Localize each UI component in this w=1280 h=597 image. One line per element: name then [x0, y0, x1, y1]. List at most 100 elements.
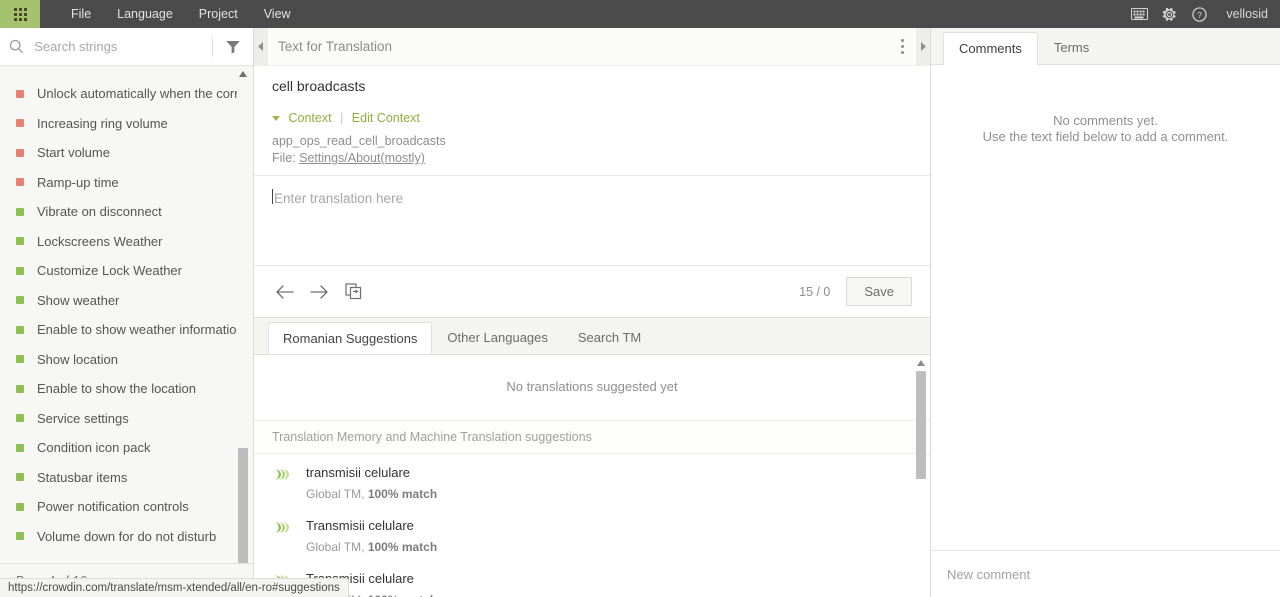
new-comment-input[interactable] [945, 565, 1266, 583]
no-suggestions-text: No translations suggested yet [506, 379, 678, 394]
tab-search-tm[interactable]: Search TM [563, 321, 656, 354]
edit-context-link[interactable]: Edit Context [352, 111, 420, 125]
list-item[interactable]: Show weather [0, 286, 253, 316]
comments-panel: Comments Terms No comments yet. Use the … [930, 28, 1280, 597]
sidebar-scrollbar[interactable] [237, 66, 249, 563]
context-file-link[interactable]: Settings/About(mostly) [299, 151, 425, 165]
translation-input-area[interactable] [254, 175, 930, 265]
collapse-right-icon[interactable] [916, 27, 930, 66]
tm-suggestion-item[interactable]: Transmisii celulare Global TM, 100% matc… [254, 507, 930, 560]
list-item-label: Ramp-up time [37, 174, 119, 190]
list-item[interactable]: Volume down for do not disturb [0, 522, 253, 552]
list-item-label: Start volume [37, 145, 110, 161]
strings-sidebar: Unlock automatically when the corr... In… [0, 28, 254, 597]
status-dot-translated [16, 473, 24, 482]
menu-item-view[interactable]: View [251, 0, 304, 28]
status-dot-translated [16, 443, 24, 452]
list-item [0, 70, 253, 79]
list-item-label: Increasing ring volume [37, 115, 168, 131]
tm-suggestion-body: transmisii celulare Global TM, 100% matc… [306, 465, 437, 501]
collapse-left-icon[interactable] [254, 27, 268, 66]
suggestions-scroll-thumb[interactable] [916, 371, 926, 479]
context-file: File: Settings/About(mostly) [272, 151, 912, 165]
arrow-left-icon[interactable] [268, 277, 302, 307]
menu-item-language[interactable]: Language [104, 0, 186, 28]
list-item[interactable]: Unlock automatically when the corr... [0, 79, 253, 109]
list-item-partial[interactable] [0, 70, 253, 79]
list-item[interactable]: Enable to show the location [0, 374, 253, 404]
list-item[interactable]: Show location [0, 345, 253, 375]
apps-grid-glyph [13, 7, 27, 21]
scroll-up-icon[interactable] [915, 357, 927, 369]
tm-section-header: Translation Memory and Machine Translati… [254, 420, 930, 454]
tm-source: Global TM, [306, 540, 365, 554]
gear-icon[interactable] [1154, 0, 1184, 28]
comments-body: No comments yet. Use the text field belo… [931, 64, 1280, 550]
context-separator: | [340, 111, 344, 125]
tm-suggestion-meta: Global TM, 100% match [306, 540, 437, 554]
suggestions-body: No translations suggested yet Translatio… [254, 354, 930, 597]
tm-suggestion-text[interactable]: transmisii celulare [306, 465, 437, 480]
text-caret [272, 189, 273, 204]
more-vertical-icon[interactable] [888, 28, 916, 66]
list-item-label: Show weather [37, 292, 120, 308]
suggestions-section: Romanian Suggestions Other Languages Sea… [254, 317, 930, 597]
save-button[interactable]: Save [846, 277, 912, 306]
suggestions-scrollbar[interactable] [915, 355, 927, 597]
list-item[interactable]: Ramp-up time [0, 168, 253, 198]
topbar-actions: ? vellosid [1124, 0, 1280, 28]
tm-broadcast-icon [272, 518, 292, 554]
list-item-label: Lockscreens Weather [37, 233, 163, 249]
context-links: Context | Edit Context [272, 111, 912, 125]
list-item[interactable]: Lockscreens Weather [0, 227, 253, 257]
suggestions-tabs: Romanian Suggestions Other Languages Sea… [254, 318, 930, 355]
help-icon[interactable]: ? [1184, 0, 1214, 28]
tm-match: 100% match [367, 487, 438, 501]
user-menu[interactable]: vellosid [1226, 7, 1268, 21]
context-toggle-label[interactable]: Context [288, 111, 331, 125]
tm-suggestion-text[interactable]: Transmisii celulare [306, 518, 437, 533]
list-item-label: Service settings [37, 410, 129, 426]
menu-item-file[interactable]: File [58, 0, 104, 28]
arrow-right-icon[interactable] [302, 277, 336, 307]
tab-other-languages[interactable]: Other Languages [432, 321, 562, 354]
tm-suggestion-item[interactable]: Transmisii celulare Global TM, 100% matc… [254, 560, 930, 597]
context-toggle-icon[interactable] [272, 116, 280, 121]
list-item[interactable]: Start volume [0, 138, 253, 168]
list-item[interactable]: Statusbar items [0, 463, 253, 493]
copy-source-icon[interactable] [336, 277, 370, 307]
status-dot-translated [16, 414, 24, 423]
top-menu-bar: File Language Project View ? vellosid [0, 0, 1280, 28]
search-icon [0, 39, 32, 54]
no-comments-line1: No comments yet. [1053, 113, 1158, 128]
scroll-up-icon[interactable] [237, 68, 249, 80]
search-input[interactable] [32, 38, 213, 55]
list-item[interactable]: Enable to show weather information [0, 315, 253, 345]
comments-panel-tabs: Comments Terms [931, 28, 1280, 65]
status-dot-translated [16, 237, 24, 246]
tab-comments[interactable]: Comments [943, 32, 1038, 65]
main-menu: File Language Project View [58, 0, 304, 28]
apps-grid-icon[interactable] [0, 0, 40, 28]
list-item[interactable]: Power notification controls [0, 492, 253, 522]
list-item[interactable]: Increasing ring volume [0, 109, 253, 139]
list-item[interactable]: Customize Lock Weather [0, 256, 253, 286]
keyboard-icon[interactable] [1124, 0, 1154, 28]
filter-funnel-icon[interactable] [213, 39, 253, 55]
strings-list[interactable]: Unlock automatically when the corr... In… [0, 66, 253, 563]
status-dot-translated [16, 384, 24, 393]
tab-terms[interactable]: Terms [1038, 31, 1105, 64]
tm-suggestion-item[interactable]: transmisii celulare Global TM, 100% matc… [254, 454, 930, 507]
status-dot-translated [16, 207, 24, 216]
list-item[interactable]: Condition icon pack [0, 433, 253, 463]
translation-input[interactable] [272, 188, 912, 265]
list-item[interactable]: Vibrate on disconnect [0, 197, 253, 227]
list-item[interactable]: Service settings [0, 404, 253, 434]
menu-item-project[interactable]: Project [186, 0, 251, 28]
translation-panel-header: Text for Translation [254, 27, 930, 66]
sidebar-scroll-thumb[interactable] [238, 448, 248, 563]
status-dot-untranslated [16, 89, 24, 98]
status-dot-untranslated [16, 178, 24, 187]
list-item-label: Show location [37, 351, 118, 367]
tab-romanian-suggestions[interactable]: Romanian Suggestions [268, 322, 433, 355]
